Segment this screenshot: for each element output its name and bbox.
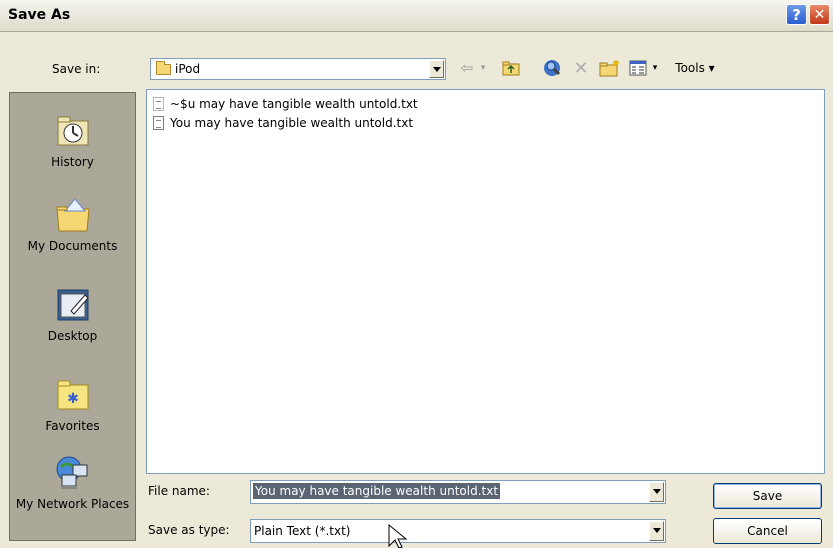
text-file-icon bbox=[153, 97, 164, 111]
save-as-type-label: Save as type: bbox=[148, 523, 230, 537]
up-folder-icon[interactable] bbox=[500, 57, 522, 79]
svg-text:✱: ✱ bbox=[67, 391, 79, 407]
title-bar: Save As ? ✕ bbox=[0, 0, 833, 32]
views-icon[interactable] bbox=[627, 57, 649, 79]
file-name-input[interactable]: You may have tangible wealth untold.txt bbox=[250, 480, 666, 504]
my-documents-icon bbox=[53, 195, 93, 235]
new-folder-icon[interactable] bbox=[598, 57, 622, 79]
place-label: Desktop bbox=[47, 329, 98, 343]
chevron-down-icon[interactable] bbox=[649, 482, 664, 502]
places-bar: History My Documents Desktop ✱ Favorites… bbox=[9, 92, 136, 541]
favorites-icon: ✱ bbox=[53, 375, 93, 415]
search-web-icon[interactable] bbox=[540, 57, 564, 79]
close-icon[interactable]: ✕ bbox=[809, 4, 830, 25]
file-name-label: File name: bbox=[148, 484, 210, 498]
tools-menu[interactable]: Tools ▾ bbox=[665, 57, 725, 79]
help-icon[interactable]: ? bbox=[786, 4, 807, 25]
mouse-cursor-icon bbox=[388, 524, 408, 548]
history-icon bbox=[53, 111, 93, 151]
save-button[interactable]: Save bbox=[713, 483, 822, 509]
window-title: Save As bbox=[8, 7, 71, 23]
views-dropdown-icon[interactable]: ▾ bbox=[650, 57, 660, 79]
network-places-icon bbox=[53, 453, 93, 493]
file-name-text: ~$u may have tangible wealth untold.txt bbox=[170, 97, 418, 111]
list-item[interactable]: You may have tangible wealth untold.txt bbox=[153, 114, 413, 132]
file-name-value: You may have tangible wealth untold.txt bbox=[253, 483, 501, 499]
back-dropdown-icon[interactable]: ▾ bbox=[478, 57, 488, 79]
file-list[interactable]: ~$u may have tangible wealth untold.txt … bbox=[146, 89, 825, 474]
place-label: History bbox=[51, 155, 94, 169]
place-my-documents[interactable]: My Documents bbox=[10, 195, 135, 254]
back-icon[interactable]: ⇦ bbox=[458, 57, 476, 79]
place-history[interactable]: History bbox=[10, 111, 135, 170]
place-favorites[interactable]: ✱ Favorites bbox=[10, 375, 135, 434]
chevron-down-icon[interactable] bbox=[649, 521, 664, 541]
save-as-type-value: Plain Text (*.txt) bbox=[254, 524, 351, 538]
folder-icon bbox=[156, 61, 171, 75]
place-my-network-places[interactable]: My Network Places bbox=[10, 453, 135, 512]
place-desktop[interactable]: Desktop bbox=[10, 285, 135, 344]
cancel-button[interactable]: Cancel bbox=[713, 518, 822, 544]
list-item[interactable]: ~$u may have tangible wealth untold.txt bbox=[153, 95, 418, 113]
save-as-type-dropdown[interactable]: Plain Text (*.txt) bbox=[250, 519, 666, 543]
text-file-icon bbox=[153, 116, 164, 130]
save-in-value: iPod bbox=[175, 62, 201, 76]
desktop-icon bbox=[53, 285, 93, 325]
chevron-down-icon[interactable] bbox=[429, 60, 444, 78]
save-in-dropdown[interactable]: iPod bbox=[150, 58, 446, 80]
place-label: Favorites bbox=[45, 419, 100, 433]
file-name-text: You may have tangible wealth untold.txt bbox=[170, 116, 414, 130]
place-label: My Documents bbox=[27, 239, 118, 253]
delete-icon[interactable]: ✕ bbox=[570, 57, 592, 79]
place-label: My Network Places bbox=[15, 497, 130, 511]
save-in-label: Save in: bbox=[52, 62, 101, 76]
